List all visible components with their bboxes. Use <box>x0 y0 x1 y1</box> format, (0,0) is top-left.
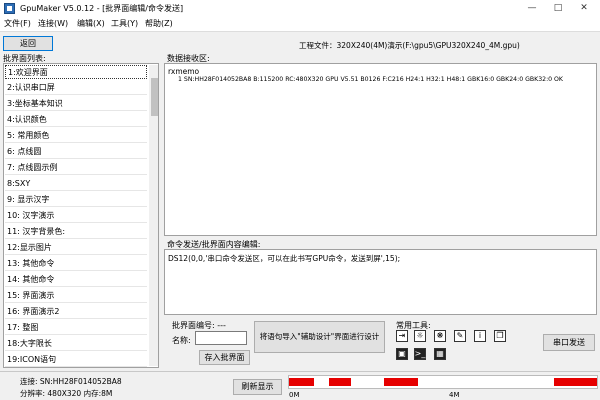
memory-used-segment <box>553 378 597 386</box>
batch-number-label: 批界面编号: --- <box>172 321 226 330</box>
refresh-display-button[interactable]: 刷新显示 <box>233 379 282 395</box>
batch-interface-list[interactable]: 1:欢迎界面 2:认识串口屏 3:坐标基本知识 4:认识颜色 5: 常用颜色 6… <box>3 63 159 368</box>
keypad-icon[interactable]: ▦ <box>434 348 446 360</box>
list-item[interactable]: 18:大字限长 <box>5 337 147 351</box>
list-item[interactable]: 11: 汉字背景色: <box>5 225 147 239</box>
list-item[interactable]: 9: 显示汉字 <box>5 193 147 207</box>
memory-used-segment <box>289 378 314 386</box>
settings-icon[interactable]: ❋ <box>434 330 446 342</box>
chip-icon[interactable]: ▣ <box>396 348 408 360</box>
list-item[interactable]: 17: 整图 <box>5 321 147 335</box>
connection-status: 连接: SN:HH28F014052BA8 <box>20 377 122 386</box>
batch-name-input[interactable] <box>195 331 247 345</box>
list-item[interactable]: 1:欢迎界面 <box>5 65 147 79</box>
list-item[interactable]: 2:认识串口屏 <box>5 81 147 95</box>
status-divider <box>0 371 600 372</box>
memory-usage-bar <box>288 375 598 389</box>
list-item[interactable]: 6: 点线圆 <box>5 145 147 159</box>
menu-help[interactable]: 帮助(Z) <box>145 18 173 29</box>
list-item[interactable]: 12:显示图片 <box>5 241 147 255</box>
copy-icon[interactable]: ❐ <box>494 330 506 342</box>
batch-name-label: 名称: <box>172 336 191 345</box>
list-item[interactable]: 8:SXY <box>5 177 147 191</box>
terminal-icon[interactable]: >_ <box>414 348 426 360</box>
enter-icon[interactable]: ⇥ <box>396 330 408 342</box>
menu-connect[interactable]: 连接(W) <box>38 18 68 29</box>
receive-memo[interactable]: rxmemo 1 SN:HH28F014052BA8 B:115200 RC:4… <box>164 63 597 236</box>
brightness-icon[interactable]: ☼ <box>414 330 426 342</box>
list-item[interactable]: 19:ICON语句 <box>5 353 147 367</box>
list-scroll-thumb[interactable] <box>151 78 158 116</box>
serial-send-button[interactable]: 串口发送 <box>543 334 595 351</box>
list-item[interactable]: 13: 其他命令 <box>5 257 147 271</box>
maximize-icon[interactable]: □ <box>545 0 571 17</box>
receive-line-1: rxmemo <box>168 67 200 76</box>
memory-used-segment <box>329 378 351 386</box>
save-batch-button[interactable]: 存入批界面 <box>199 350 250 365</box>
pen-icon[interactable]: ✎ <box>454 330 466 342</box>
project-file-label: 工程文件：320X240(4M)演示(F:\gpu5\GPU320X240_4M… <box>299 41 520 50</box>
list-item[interactable]: 5: 常用颜色 <box>5 129 147 143</box>
menu-bar: 文件(F) 连接(W) 编辑(X) 工具(Y) 帮助(Z) <box>0 17 600 32</box>
menu-tools[interactable]: 工具(Y) <box>111 18 138 29</box>
title-bar: GpuMaker V5.0.12 - [批界面编辑/命令发送] — □ ✕ <box>0 0 600 17</box>
receive-line-2: 1 SN:HH28F014052BA8 B:115200 RC:480X320 … <box>178 76 563 83</box>
import-design-button[interactable]: 将语句导入"辅助设计"界面进行设计 <box>254 321 385 353</box>
close-icon[interactable]: ✕ <box>571 0 597 17</box>
menu-file[interactable]: 文件(F) <box>4 18 31 29</box>
back-button[interactable]: 返回 <box>3 36 53 51</box>
command-editor[interactable]: DS12(0,0,'串口命令发送区，可以在此书写GPU命令，发送到屏',15); <box>164 249 597 315</box>
list-item[interactable]: 7: 点线圆示例 <box>5 161 147 175</box>
window-title: GpuMaker V5.0.12 - [批界面编辑/命令发送] <box>20 4 184 13</box>
list-item[interactable]: 15: 界面演示 <box>5 289 147 303</box>
list-item[interactable]: 4:认识颜色 <box>5 113 147 127</box>
list-item[interactable]: 10: 汉字演示 <box>5 209 147 223</box>
memory-used-segment <box>384 378 419 386</box>
menu-edit[interactable]: 编辑(X) <box>77 18 105 29</box>
list-item[interactable]: 14: 其他命令 <box>5 273 147 287</box>
memory-label-0m: 0M <box>289 391 300 399</box>
list-item[interactable]: 3:坐标基本知识 <box>5 97 147 111</box>
resolution-status: 分辨率: 480X320 内存:8M <box>20 389 113 398</box>
memory-label-4m: 4M <box>449 391 460 399</box>
command-text: DS12(0,0,'串口命令发送区，可以在此书写GPU命令，发送到屏',15); <box>168 254 401 263</box>
app-icon <box>4 3 15 14</box>
minimize-icon[interactable]: — <box>519 0 545 17</box>
list-item[interactable]: 16: 界面演示2 <box>5 305 147 319</box>
info-icon[interactable]: i <box>474 330 486 342</box>
